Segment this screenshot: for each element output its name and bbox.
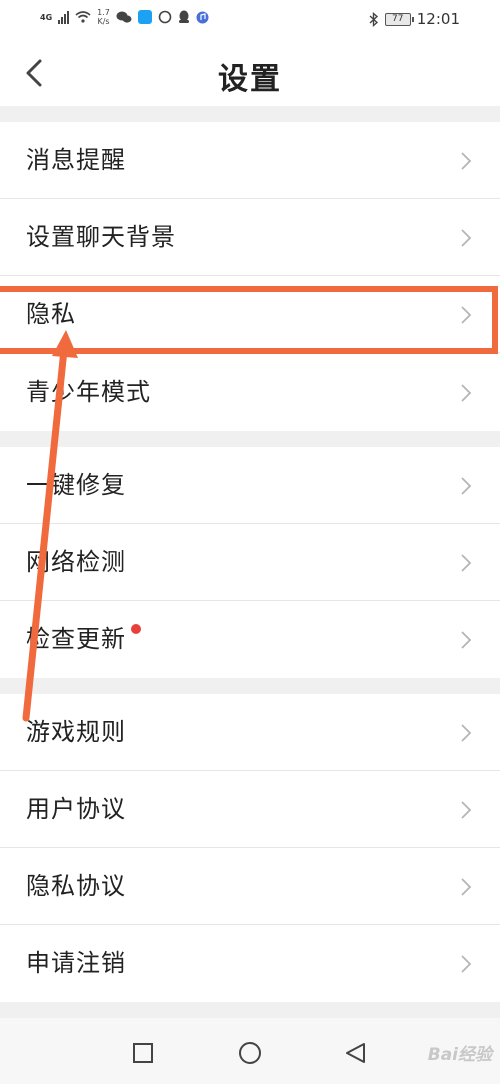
wifi-icon	[75, 11, 91, 23]
settings-item-check-update[interactable]: 检查更新	[0, 601, 500, 678]
speed-value: 1.7	[97, 8, 110, 17]
settings-item-network-check[interactable]: 网络检测	[0, 524, 500, 601]
clock: 12:01	[416, 10, 460, 28]
home-icon[interactable]	[238, 1042, 262, 1066]
settings-item-label: 游戏规则	[26, 718, 126, 746]
settings-item-label: 检查更新	[26, 625, 126, 653]
signal-icon	[58, 10, 70, 24]
chevron-right-icon	[461, 152, 472, 170]
settings-item-label: 申请注销	[26, 949, 126, 977]
settings-item-label: 一键修复	[26, 471, 126, 499]
settings-item-message-reminder[interactable]: 消息提醒	[0, 122, 500, 199]
divider	[0, 352, 500, 353]
system-nav-bar: Bai经验	[0, 1018, 500, 1084]
settings-item-privacy-agreement[interactable]: 隐私协议	[0, 848, 500, 925]
section-gap	[0, 106, 500, 122]
battery-icon: 77	[384, 12, 414, 26]
circle-app-icon	[158, 10, 172, 24]
chevron-right-icon	[461, 724, 472, 742]
chevron-right-icon	[461, 306, 472, 324]
settings-item-label: 青少年模式	[26, 378, 151, 406]
settings-item-label: 隐私	[26, 300, 76, 328]
settings-item-label: 消息提醒	[26, 146, 126, 174]
app-notification-icon	[137, 10, 152, 24]
chevron-right-icon	[461, 631, 472, 649]
chevron-right-icon	[461, 801, 472, 819]
nav-header: 设置	[0, 40, 500, 106]
update-badge	[131, 624, 141, 634]
settings-item-chat-background[interactable]: 设置聊天背景	[0, 199, 500, 276]
settings-item-label: 隐私协议	[26, 872, 126, 900]
settings-item-label: 用户协议	[26, 795, 126, 823]
settings-item-delete-account[interactable]: 申请注销	[0, 925, 500, 1002]
recent-apps-icon[interactable]	[132, 1042, 154, 1064]
settings-item-teen-mode[interactable]: 青少年模式	[0, 354, 500, 431]
section-gap	[0, 431, 500, 447]
chevron-right-icon	[461, 229, 472, 247]
settings-item-privacy[interactable]: 隐私	[0, 276, 500, 353]
settings-item-game-rules[interactable]: 游戏规则	[0, 694, 500, 771]
chevron-right-icon	[461, 554, 472, 572]
status-right: 77 12:01	[369, 10, 460, 28]
network-speed: 1.7 K/s	[97, 8, 110, 26]
chevron-right-icon	[461, 477, 472, 495]
back-nav-icon[interactable]	[344, 1042, 368, 1064]
chevron-right-icon	[461, 878, 472, 896]
chevron-right-icon	[461, 955, 472, 973]
section-gap	[0, 678, 500, 694]
settings-item-label: 设置聊天背景	[26, 223, 176, 251]
music-app-icon	[196, 11, 209, 23]
watermark: Bai经验	[427, 1045, 492, 1065]
status-bar: 4G 1.7 K/s 77 12:01	[0, 0, 500, 40]
settings-item-label: 网络检测	[26, 548, 126, 576]
settings-item-one-click-repair[interactable]: 一键修复	[0, 447, 500, 524]
status-left: 4G 1.7 K/s	[40, 8, 209, 26]
section-gap	[0, 1002, 500, 1018]
settings-item-user-agreement[interactable]: 用户协议	[0, 771, 500, 848]
wechat-icon	[116, 11, 132, 23]
chevron-right-icon	[461, 384, 472, 402]
page-title: 设置	[218, 62, 282, 97]
qq-icon	[178, 10, 189, 23]
bluetooth-icon	[369, 11, 378, 27]
speed-unit: K/s	[97, 17, 110, 26]
network-type: 4G	[40, 12, 53, 22]
